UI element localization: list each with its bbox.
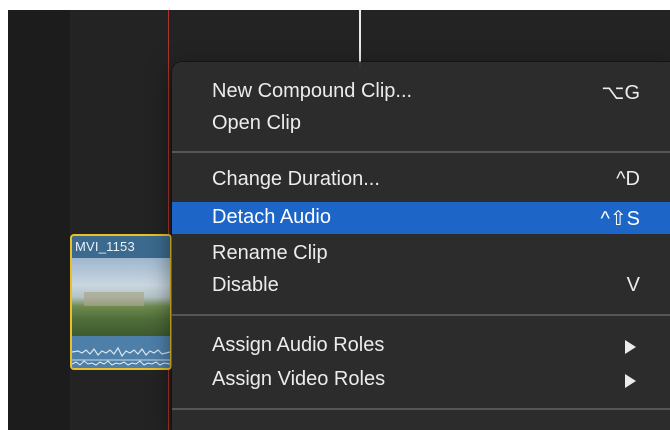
clip-audio-waveform <box>72 336 170 368</box>
menu-item-label: Detach Audio <box>212 206 331 228</box>
menu-item-label: Open Clip <box>212 112 301 134</box>
menu-item-label: Disable <box>212 274 279 296</box>
menu-item-open-clip[interactable]: Open Clip <box>172 108 670 140</box>
menu-item-shortcut: ⌥G <box>601 82 640 104</box>
timeline-window: MVI_1153 New Compound Clip... ⌥G Open Cl… <box>0 0 670 430</box>
menu-item-new-compound-clip[interactable]: New Compound Clip... ⌥G <box>172 76 670 108</box>
waveform-icon <box>72 336 170 368</box>
menu-separator <box>172 314 670 316</box>
clip-thumbnail <box>72 258 170 336</box>
skimmer-line <box>359 10 361 70</box>
video-clip[interactable]: MVI_1153 <box>70 234 172 370</box>
menu-item-label: New Compound Clip... <box>212 80 413 102</box>
menu-item-shortcut: ^D <box>616 168 640 190</box>
menu-item-label: Assign Video Roles <box>212 368 386 390</box>
submenu-arrow-icon <box>625 340 636 354</box>
submenu-arrow-icon <box>625 374 636 388</box>
clip-name-label: MVI_1153 <box>75 239 135 254</box>
menu-item-assign-audio-roles[interactable]: Assign Audio Roles <box>172 330 670 362</box>
menu-item-shortcut: V <box>626 274 640 296</box>
menu-item-change-duration[interactable]: Change Duration... ^D <box>172 164 670 196</box>
menu-separator <box>172 408 670 410</box>
context-menu: New Compound Clip... ⌥G Open Clip Change… <box>172 62 670 430</box>
menu-item-rename-clip[interactable]: Rename Clip <box>172 238 670 270</box>
menu-item-shortcut: ^⇧S <box>600 208 640 230</box>
menu-item-label: Change Duration... <box>212 168 380 190</box>
window-edge-top <box>0 0 670 10</box>
menu-separator <box>172 151 670 153</box>
menu-item-label: Rename Clip <box>212 242 328 264</box>
menu-item-assign-video-roles[interactable]: Assign Video Roles <box>172 364 670 396</box>
window-edge-left <box>0 0 8 430</box>
menu-item-disable[interactable]: Disable V <box>172 270 670 302</box>
menu-item-label: Assign Audio Roles <box>212 334 385 356</box>
menu-item-detach-audio[interactable]: Detach Audio ^⇧S <box>172 202 670 234</box>
